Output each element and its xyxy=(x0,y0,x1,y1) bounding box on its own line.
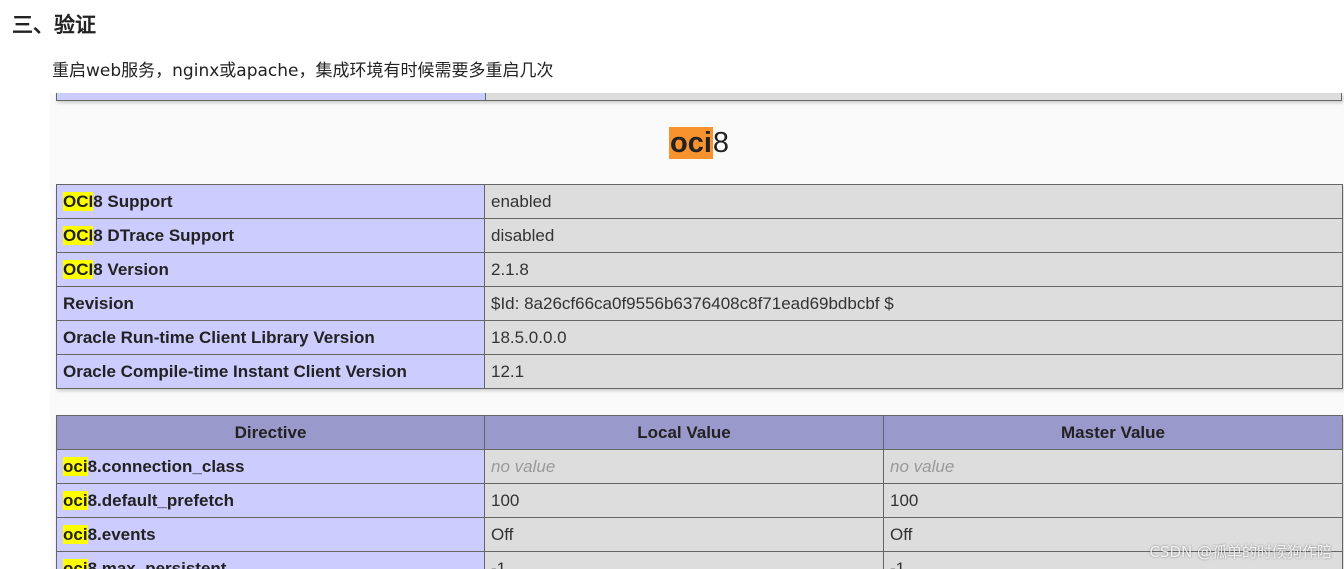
directive-name: oci8.max_persistent xyxy=(56,551,485,569)
oci8-support-table: OCI8 Support enabled OCI8 DTrace Support… xyxy=(56,184,1343,389)
instruction-paragraph: 重启web服务，nginx或apache，集成环境有时候需要多重启几次 xyxy=(52,61,554,81)
row-value: 12.1 xyxy=(484,354,1343,389)
search-highlight: OCI xyxy=(63,259,94,279)
table-row: Revision $Id: 8a26cf66ca0f9556b6376408c8… xyxy=(56,286,1343,321)
search-highlight: oci xyxy=(63,490,88,510)
search-highlight: oci xyxy=(63,524,88,544)
column-header-local-value: Local Value xyxy=(484,415,884,450)
row-value: enabled xyxy=(484,184,1343,219)
local-value: no value xyxy=(484,449,884,484)
table-header-row: Directive Local Value Master Value xyxy=(56,415,1343,450)
previous-table-edge xyxy=(56,93,1342,101)
table-row: oci8.default_prefetch 100 100 xyxy=(56,483,1343,518)
table-row: Oracle Compile-time Instant Client Versi… xyxy=(56,354,1343,389)
local-value: 100 xyxy=(484,483,884,518)
row-label: Revision xyxy=(56,286,485,321)
directive-name: oci8.events xyxy=(56,517,485,552)
table-row: OCI8 Support enabled xyxy=(56,184,1343,219)
master-value: no value xyxy=(883,449,1343,484)
section-heading: 三、验证 xyxy=(12,13,96,37)
table-row: OCI8 Version 2.1.8 xyxy=(56,252,1343,287)
row-label: Oracle Compile-time Instant Client Versi… xyxy=(56,354,485,389)
directive-name: oci8.connection_class xyxy=(56,449,485,484)
title-highlight: oci xyxy=(669,127,713,159)
phpinfo-screenshot: oci8 OCI8 Support enabled OCI8 DTrace Su… xyxy=(50,93,1344,569)
row-label: OCI8 DTrace Support xyxy=(56,218,485,253)
local-value: -1 xyxy=(484,551,884,569)
master-value: 100 xyxy=(883,483,1343,518)
csdn-watermark: CSDN @孤单的时候狗作陪 xyxy=(1149,543,1332,561)
row-value: 2.1.8 xyxy=(484,252,1343,287)
search-highlight: OCI xyxy=(63,225,94,245)
row-value: 18.5.0.0.0 xyxy=(484,320,1343,355)
module-title: oci8 xyxy=(669,126,729,160)
row-value: disabled xyxy=(484,218,1343,253)
row-label: OCI8 Support xyxy=(56,184,485,219)
search-highlight: oci xyxy=(63,558,88,569)
local-value: Off xyxy=(484,517,884,552)
title-rest: 8 xyxy=(712,127,730,159)
row-label: Oracle Run-time Client Library Version xyxy=(56,320,485,355)
directive-name: oci8.default_prefetch xyxy=(56,483,485,518)
row-value: $Id: 8a26cf66ca0f9556b6376408c8f71ead69b… xyxy=(484,286,1343,321)
table-row: Oracle Run-time Client Library Version 1… xyxy=(56,320,1343,355)
table-row: oci8.connection_class no value no value xyxy=(56,449,1343,484)
search-highlight: OCI xyxy=(63,191,94,211)
column-header-master-value: Master Value xyxy=(883,415,1343,450)
table-row: OCI8 DTrace Support disabled xyxy=(56,218,1343,253)
row-label: OCI8 Version xyxy=(56,252,485,287)
search-highlight: oci xyxy=(63,456,88,476)
column-header-directive: Directive xyxy=(56,415,485,450)
